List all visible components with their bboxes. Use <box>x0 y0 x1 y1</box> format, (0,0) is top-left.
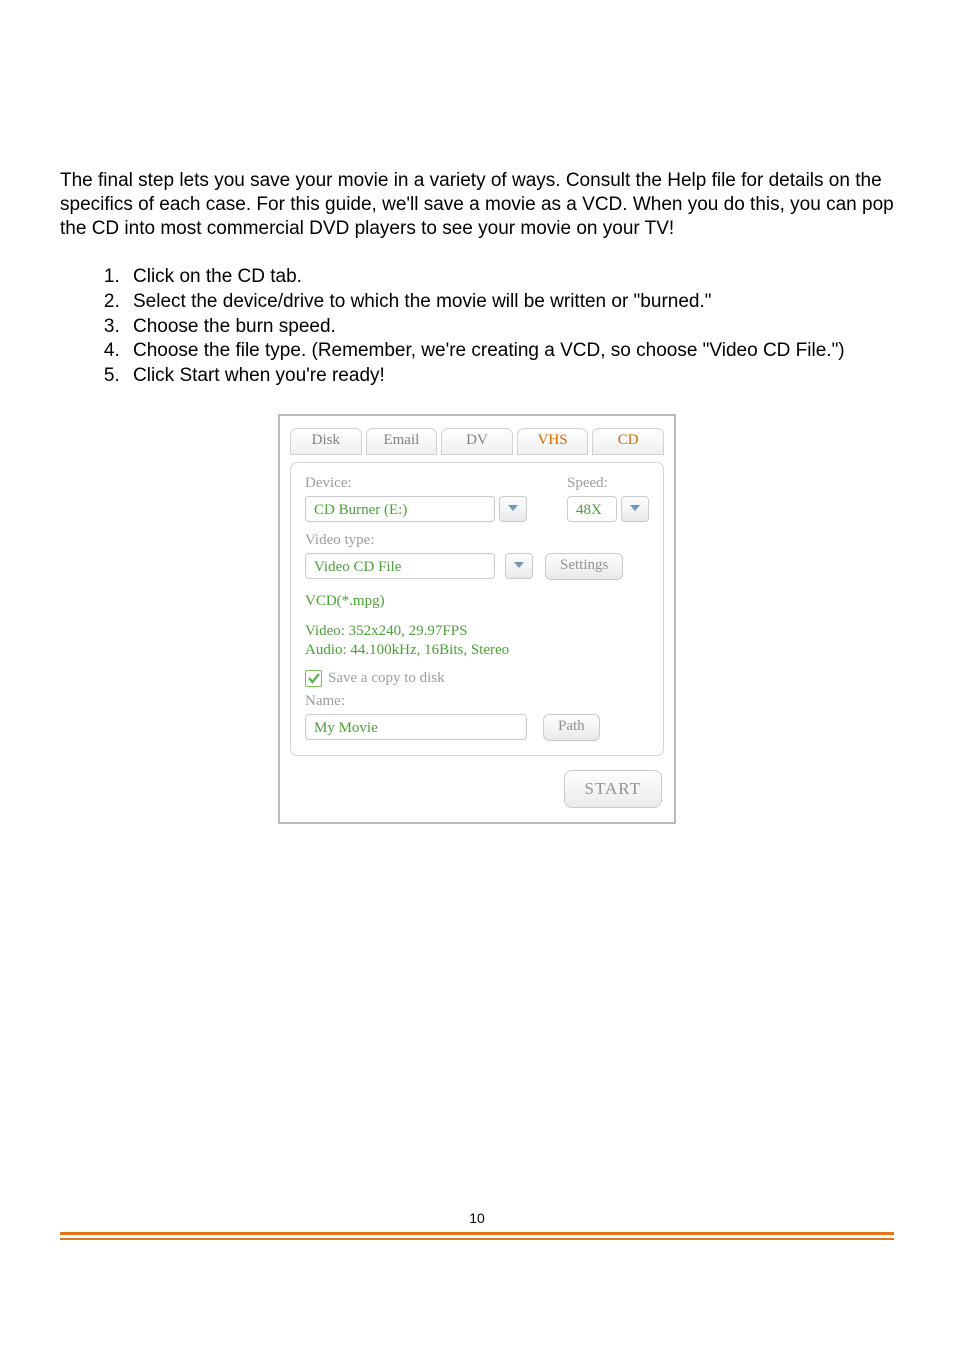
chevron-down-icon <box>513 557 525 575</box>
tab-cd[interactable]: CD <box>592 428 664 455</box>
footer-rule <box>60 1238 894 1240</box>
device-label: Device: <box>305 475 549 492</box>
tab-vhs[interactable]: VHS <box>517 428 589 455</box>
list-item: Click on the CD tab. <box>125 265 894 290</box>
format-line: VCD(*.mpg) <box>305 592 649 611</box>
start-button[interactable]: START <box>564 770 662 808</box>
videotype-dropdown-button[interactable] <box>505 553 533 579</box>
audio-info: Audio: 44.100kHz, 16Bits, Stereo <box>305 641 649 660</box>
videotype-select[interactable]: Video CD File <box>305 553 495 579</box>
tab-email[interactable]: Email <box>366 428 438 455</box>
list-item: Choose the file type. (Remember, we're c… <box>125 339 894 364</box>
name-label: Name: <box>305 693 649 710</box>
page-footer: 10 <box>60 1210 894 1240</box>
intro-paragraph: The final step lets you save your movie … <box>60 169 894 240</box>
page-number: 10 <box>60 1210 894 1226</box>
footer-rule <box>60 1232 894 1235</box>
list-item: Click Start when you're ready! <box>125 364 894 389</box>
checkbox-icon <box>305 670 322 687</box>
chevron-down-icon <box>507 500 519 518</box>
video-info: Video: 352x240, 29.97FPS <box>305 622 649 641</box>
list-item: Select the device/drive to which the mov… <box>125 290 894 315</box>
instruction-list: Click on the CD tab. Select the device/d… <box>60 265 894 388</box>
speed-label: Speed: <box>567 475 649 492</box>
tab-disk[interactable]: Disk <box>290 428 362 455</box>
settings-panel: Device: CD Burner (E:) Speed: <box>290 462 664 756</box>
settings-button[interactable]: Settings <box>545 553 623 580</box>
speed-dropdown-button[interactable] <box>621 496 649 522</box>
tab-dv[interactable]: DV <box>441 428 513 455</box>
list-item: Choose the burn speed. <box>125 315 894 340</box>
save-copy-label: Save a copy to disk <box>328 670 445 687</box>
name-input[interactable]: My Movie <box>305 714 527 740</box>
device-select[interactable]: CD Burner (E:) <box>305 496 495 522</box>
path-button[interactable]: Path <box>543 714 600 741</box>
speed-select[interactable]: 48X <box>567 496 617 522</box>
screenshot-panel: Disk Email DV VHS CD Device: CD Burner (… <box>278 414 676 824</box>
save-copy-checkbox[interactable]: Save a copy to disk <box>305 670 445 687</box>
videotype-label: Video type: <box>305 532 649 549</box>
tab-bar: Disk Email DV VHS CD <box>280 428 674 455</box>
device-dropdown-button[interactable] <box>499 496 527 522</box>
chevron-down-icon <box>629 500 641 518</box>
